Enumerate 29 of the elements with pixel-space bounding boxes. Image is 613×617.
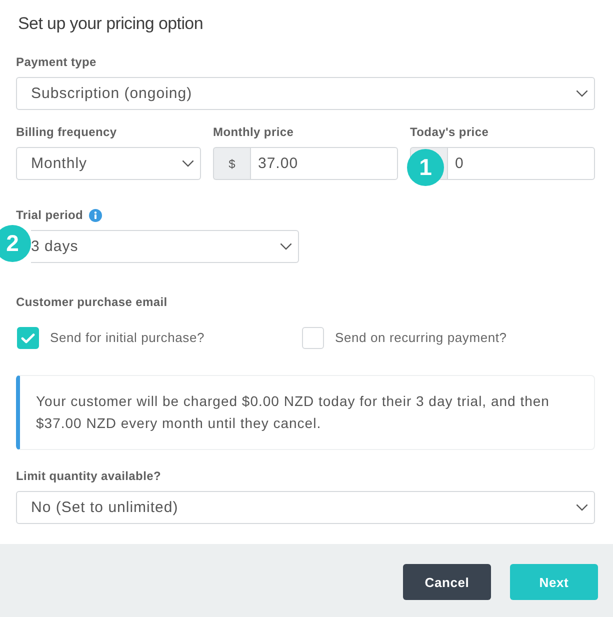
field-label: Limit quantity available?: [16, 468, 162, 484]
field-label: Billing frequency: [16, 124, 117, 140]
chevron-down-icon: [576, 90, 588, 97]
section-label: Customer purchase email: [16, 294, 168, 310]
checkmark-icon: [21, 332, 35, 344]
checkbox-label: Send on recurring payment?: [335, 330, 507, 346]
checkbox-label: Send for initial purchase?: [50, 330, 205, 346]
dropdown-select[interactable]: Subscription (ongoing): [16, 77, 595, 110]
field-label: Today's price: [410, 124, 489, 140]
field-label: Payment type: [16, 54, 96, 70]
dropdown-select[interactable]: 3 days: [31, 230, 299, 263]
price-input[interactable]: 37.00: [250, 147, 398, 180]
dropdown-select[interactable]: Monthly: [16, 147, 201, 180]
chevron-down-icon: [182, 160, 194, 167]
currency-addon: $: [213, 147, 250, 180]
dropdown-select[interactable]: No (Set to unlimited): [16, 491, 595, 524]
field-label: Monthly price: [213, 124, 294, 140]
field-label: Trial period: [16, 207, 84, 223]
callout-badge: 1: [407, 149, 444, 186]
price-input[interactable]: 0: [447, 147, 595, 180]
cancel-button[interactable]: Cancel: [403, 564, 491, 600]
chevron-down-icon: [576, 504, 588, 511]
info-icon[interactable]: [89, 208, 102, 222]
chevron-down-icon: [280, 243, 292, 250]
checkbox[interactable]: [302, 327, 324, 349]
callout-badge: 2: [0, 225, 31, 262]
notice-text: Your customer will be charged $0.00 NZD today for their 3 day trial, and then $37.00 NZD every month until they cancel.: [36, 392, 550, 433]
checkbox[interactable]: [17, 327, 39, 349]
page-title: Set up your pricing option: [18, 13, 203, 35]
